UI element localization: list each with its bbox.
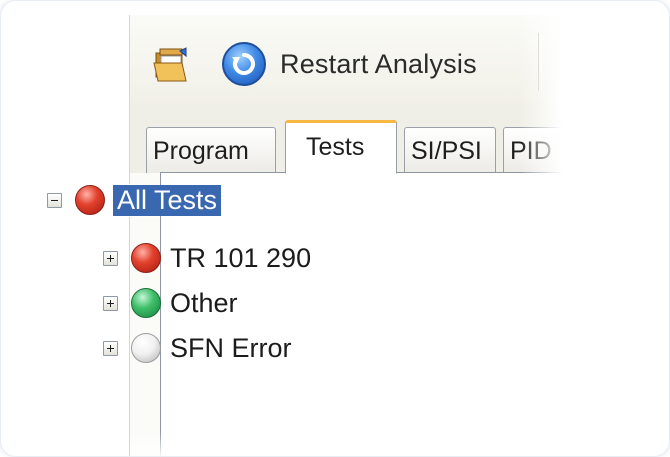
status-red-icon: [75, 185, 105, 215]
status-white-icon: [131, 333, 161, 363]
application-window: Restart Analysis Program Tests SI/PSI PI…: [129, 15, 570, 456]
screenshot-frame: Restart Analysis Program Tests SI/PSI PI…: [0, 0, 670, 457]
tab-program[interactable]: Program: [146, 127, 276, 173]
tree-node-label[interactable]: SFN Error: [166, 333, 296, 364]
tab-tests[interactable]: Tests: [285, 120, 397, 174]
expand-toggle-icon[interactable]: [103, 250, 118, 266]
restart-icon: [222, 42, 266, 86]
tree-node-label[interactable]: All Tests: [111, 183, 223, 217]
tree-node-tr-101-290[interactable]: TR 101 290: [103, 238, 315, 278]
tab-strip: Program Tests SI/PSI PID: [130, 103, 570, 174]
restart-analysis-button[interactable]: Restart Analysis: [222, 41, 477, 87]
tree-node-label[interactable]: Other: [166, 288, 242, 319]
expand-toggle-icon[interactable]: [103, 340, 118, 356]
tree-node-sfn-error[interactable]: SFN Error: [103, 328, 296, 368]
tree-node-other[interactable]: Other: [103, 283, 242, 323]
toolbar: Restart Analysis: [130, 15, 570, 104]
tree-node-label[interactable]: TR 101 290: [166, 243, 315, 274]
tree-node-all-tests[interactable]: All Tests: [47, 180, 223, 220]
status-green-icon: [131, 288, 161, 318]
expand-toggle-icon[interactable]: [103, 295, 118, 311]
status-red-icon: [131, 243, 161, 273]
tab-pid[interactable]: PID: [503, 127, 570, 173]
collapse-toggle-icon[interactable]: [47, 192, 62, 208]
toolbar-separator: [538, 33, 542, 91]
tab-si-psi[interactable]: SI/PSI: [404, 127, 496, 173]
restart-analysis-label: Restart Analysis: [280, 48, 477, 79]
folder-open-icon[interactable]: [152, 47, 190, 83]
